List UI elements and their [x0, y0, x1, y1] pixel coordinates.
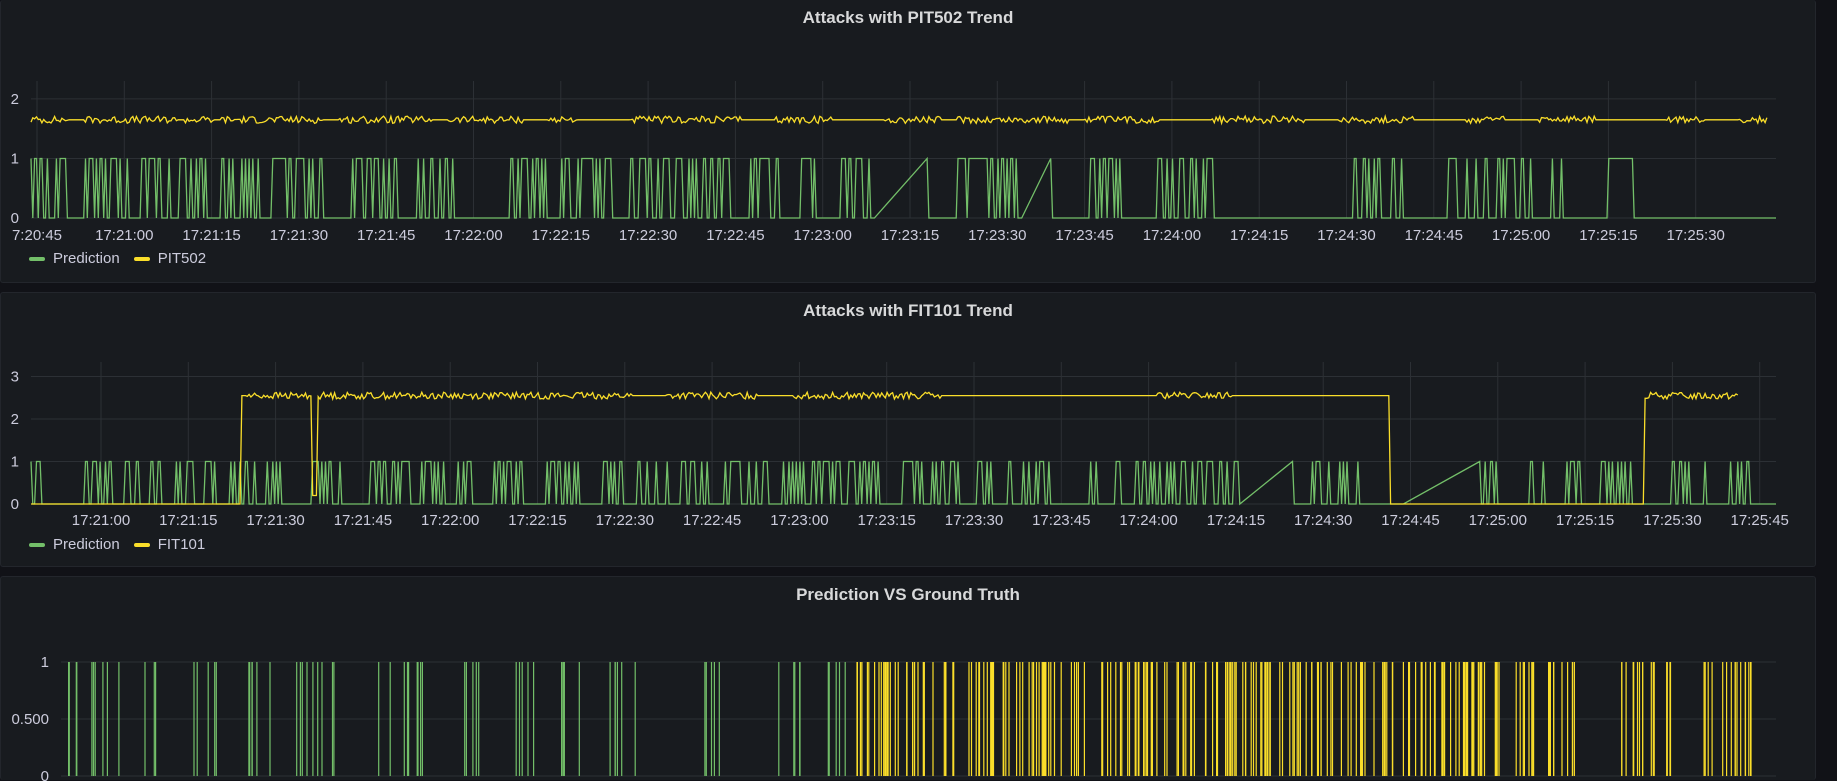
x-tick-label: 17:25:15 — [1579, 227, 1637, 244]
x-tick-label: 17:25:00 — [1469, 512, 1527, 529]
x-tick-label: 17:24:30 — [1294, 512, 1352, 529]
x-tick-label: 17:23:45 — [1032, 512, 1090, 529]
y-tick-label: 0 — [11, 210, 19, 227]
fit101-swatch-icon — [133, 542, 150, 547]
x-tick-label: 17:22:45 — [683, 512, 741, 529]
x-tick-label: 17:25:00 — [1492, 227, 1550, 244]
x-tick-label: 17:25:45 — [1731, 512, 1789, 529]
x-tick-label: 17:25:30 — [1643, 512, 1701, 529]
chart-pit502: 0 1 2 7:20:45 17:21:00 17:21:15 17:21:30 17:21:… — [11, 81, 1776, 244]
chart-prediction-vs-ground-truth: 0 0.500 1 — [11, 654, 1776, 781]
series-line-prediction — [30, 156, 1776, 219]
panel-prediction-vs-ground-truth: Prediction VS Ground Truth 0 0.500 1 — [0, 576, 1816, 781]
x-tick-label: 17:21:45 — [334, 512, 392, 529]
legend-fit101: Prediction FIT101 — [29, 536, 205, 553]
x-tick-label: 17:21:00 — [95, 227, 153, 244]
x-tick-label: 17:21:15 — [159, 512, 217, 529]
x-tick-label: 17:23:15 — [881, 227, 939, 244]
legend-label: Prediction — [53, 536, 120, 553]
legend-label: Prediction — [53, 250, 120, 267]
legend-item-prediction[interactable]: Prediction — [29, 250, 120, 267]
x-tick-label: 17:24:00 — [1119, 512, 1177, 529]
series-line-prediction — [30, 460, 1776, 506]
y-tick-label: 2 — [11, 411, 19, 428]
x-tick-label: 17:22:45 — [706, 227, 764, 244]
x-tick-label: 7:20:45 — [12, 227, 62, 244]
x-tick-label: 17:22:30 — [619, 227, 677, 244]
x-tick-label: 17:24:30 — [1317, 227, 1375, 244]
y-tick-label: 1 — [41, 654, 49, 671]
x-tick-label: 17:24:45 — [1405, 227, 1463, 244]
legend-item-pit502[interactable]: PIT502 — [133, 250, 207, 267]
x-tick-label: 17:24:15 — [1207, 512, 1265, 529]
y-tick-label: 0.500 — [11, 711, 49, 728]
legend-item-prediction[interactable]: Prediction — [29, 536, 120, 553]
y-tick-label: 3 — [11, 369, 19, 386]
x-tick-label: 17:25:15 — [1556, 512, 1614, 529]
y-tick-label: 1 — [11, 150, 19, 167]
x-tick-label: 17:23:30 — [945, 512, 1003, 529]
x-tick-label: 17:23:15 — [858, 512, 916, 529]
x-tick-label: 17:21:45 — [357, 227, 415, 244]
x-tick-label: 17:21:15 — [182, 227, 240, 244]
x-tick-label: 17:24:00 — [1143, 227, 1201, 244]
panel-fit101: Attacks with FIT101 Trend 0 1 2 3 17:21:00 17… — [0, 292, 1816, 567]
legend-item-fit101[interactable]: FIT101 — [133, 536, 206, 553]
chart-fit101: 0 1 2 3 17:21:00 17:21:15 17:21:30 17:21:45 17:2… — [11, 362, 1789, 529]
prediction-swatch-icon — [29, 256, 45, 261]
y-tick-label: 2 — [11, 91, 19, 108]
x-tick-label: 17:25:30 — [1667, 227, 1725, 244]
legend-label: PIT502 — [157, 250, 207, 267]
y-tick-label: 0 — [11, 496, 19, 513]
pit502-swatch-icon — [133, 256, 150, 261]
x-tick-label: 17:23:00 — [770, 512, 828, 529]
x-tick-label: 17:22:15 — [508, 512, 566, 529]
x-tick-label: 17:22:00 — [421, 512, 479, 529]
legend-label: FIT101 — [157, 536, 206, 553]
y-tick-label: 0 — [41, 768, 49, 781]
x-tick-label: 17:23:00 — [794, 227, 852, 244]
x-tick-label: 17:21:30 — [246, 512, 304, 529]
x-tick-label: 17:21:00 — [72, 512, 130, 529]
x-tick-label: 17:21:30 — [270, 227, 328, 244]
x-tick-label: 17:23:30 — [968, 227, 1026, 244]
prediction-swatch-icon — [29, 542, 45, 547]
series-line-pit502 — [30, 114, 1768, 126]
x-tick-label: 17:23:45 — [1055, 227, 1113, 244]
panel-pit502: Attacks with PIT502 Trend 0 1 2 7:20:45 17:2… — [0, 0, 1816, 283]
x-tick-label: 17:22:30 — [596, 512, 654, 529]
series-line-fit101 — [31, 390, 1739, 505]
x-tick-label: 17:24:15 — [1230, 227, 1288, 244]
y-tick-label: 1 — [11, 454, 19, 471]
x-tick-label: 17:22:00 — [444, 227, 502, 244]
x-tick-label: 17:22:15 — [532, 227, 590, 244]
legend-pit502: Prediction PIT502 — [29, 250, 206, 267]
x-tick-label: 17:24:45 — [1381, 512, 1439, 529]
